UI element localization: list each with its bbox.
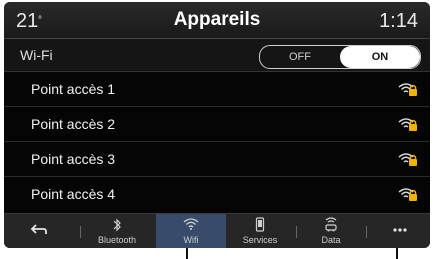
page-title: Appareils xyxy=(173,9,261,30)
callout-marker xyxy=(396,248,398,259)
wifi-toggle-on[interactable]: ON xyxy=(340,46,420,68)
wifi-lock-icon xyxy=(398,188,417,201)
tab-back[interactable] xyxy=(4,214,74,248)
access-point-item[interactable]: Point accès 1 xyxy=(4,72,430,107)
tab-divider xyxy=(366,226,367,238)
access-point-label: Point accès 3 xyxy=(31,151,116,167)
wifi-lock-icon xyxy=(398,83,417,96)
tab-data[interactable]: Data xyxy=(300,214,362,248)
wifi-toggle-off[interactable]: OFF xyxy=(260,46,340,68)
wifi-lock-icon xyxy=(398,153,417,166)
access-point-item[interactable]: Point accès 2 xyxy=(4,107,430,142)
tab-divider xyxy=(80,226,81,238)
tab-label: Bluetooth xyxy=(97,235,137,245)
tab-label: Data xyxy=(321,235,341,245)
tab-services[interactable]: Services xyxy=(226,214,294,248)
tab-more[interactable] xyxy=(370,214,430,248)
callout-marker xyxy=(186,248,188,259)
header-bar: 21 ° Appareils 1:14 xyxy=(4,2,430,39)
tab-label: Services xyxy=(242,235,278,245)
tab-wifi[interactable]: Wifi xyxy=(156,214,226,248)
access-point-label: Point accès 2 xyxy=(31,116,116,132)
tab-divider xyxy=(296,226,297,238)
wifi-toggle[interactable]: OFF ON xyxy=(259,45,421,69)
stage: 21 ° Appareils 1:14 Wi-Fi OFF ON Point a… xyxy=(0,0,434,259)
access-point-label: Point accès 1 xyxy=(31,81,116,97)
clock: 1:14 xyxy=(379,10,418,32)
bottom-nav-bar: Bluetooth Wifi Services Data xyxy=(4,213,430,248)
access-point-item[interactable]: Point accès 3 xyxy=(4,142,430,177)
wifi-label: Wi-Fi xyxy=(20,47,53,63)
access-point-item[interactable]: Point accès 4 xyxy=(4,177,430,211)
tab-bluetooth[interactable]: Bluetooth xyxy=(84,214,150,248)
bluetooth-icon xyxy=(113,218,121,232)
phone-icon xyxy=(255,217,265,232)
device-screen: 21 ° Appareils 1:14 Wi-Fi OFF ON Point a… xyxy=(4,2,430,248)
wifi-icon xyxy=(183,218,199,230)
car-signal-icon xyxy=(325,217,337,232)
wifi-row: Wi-Fi OFF ON xyxy=(4,39,430,72)
access-point-label: Point accès 4 xyxy=(31,186,116,202)
tab-label: Wifi xyxy=(183,235,199,245)
wifi-lock-icon xyxy=(398,118,417,131)
more-icon xyxy=(393,228,407,232)
back-arrow-icon xyxy=(30,224,47,234)
